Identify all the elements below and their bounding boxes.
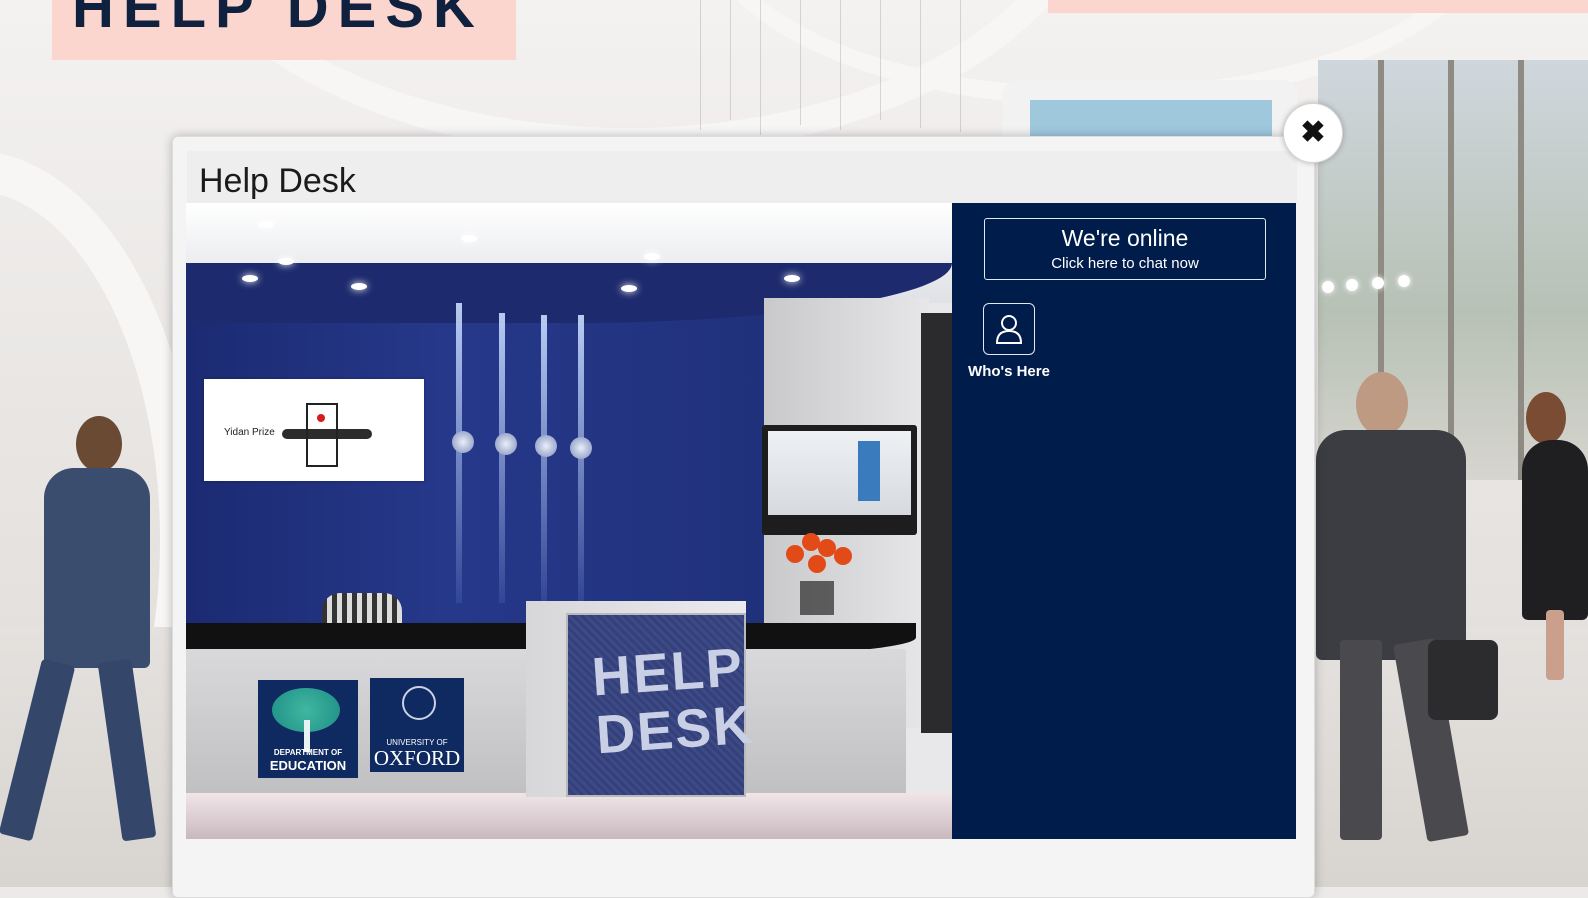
whos-here-label: Who's Here — [968, 363, 1050, 380]
modal-header: Help Desk — [187, 151, 1297, 203]
university-of-oxford-logo: UNIVERSITY OF OXFORD — [370, 678, 464, 772]
flower-arrangement — [786, 533, 856, 583]
department-of-education-logo: DEPARTMENT OF EDUCATION — [258, 680, 358, 778]
page-title-banner: HELP DESK — [52, 0, 516, 60]
chat-panel: We're online Click here to chat now Who'… — [952, 203, 1296, 839]
whos-here-button[interactable]: Who's Here — [966, 303, 1052, 380]
vase — [800, 581, 834, 615]
page-title: HELP DESK — [72, 0, 484, 40]
top-pink-strip — [1048, 0, 1588, 13]
chair — [322, 593, 402, 625]
poster-text: Yidan Prize — [224, 427, 275, 438]
close-button[interactable]: ✖ — [1283, 103, 1343, 163]
help-desk-image: Yidan Prize DEPARTMENT OF EDUCATION UNIV… — [186, 203, 952, 839]
wall-poster: Yidan Prize — [204, 379, 424, 481]
wall-monitor — [762, 425, 917, 535]
scene-doorway — [921, 313, 952, 733]
scene-floor — [186, 793, 952, 839]
modal-title: Help Desk — [199, 162, 356, 200]
person-icon — [983, 303, 1035, 355]
crest-icon — [402, 686, 436, 720]
close-icon: ✖ — [1300, 116, 1326, 149]
background-card-bar — [1030, 100, 1272, 140]
chat-status-text: We're online — [1061, 225, 1189, 251]
help-desk-podium: HELP DESK — [526, 601, 756, 797]
help-desk-sign: HELP DESK — [590, 637, 756, 766]
chat-cta-text: Click here to chat now — [1051, 255, 1199, 272]
chat-now-button[interactable]: We're online Click here to chat now — [984, 218, 1266, 280]
